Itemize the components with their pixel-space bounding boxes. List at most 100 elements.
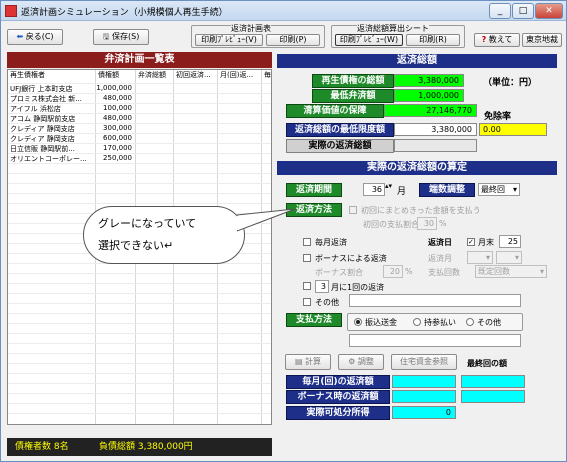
col-monthly-repay[interactable]: 月(回)返... [220, 70, 260, 82]
help-button-label: 教えて [488, 35, 513, 44]
transfer-radio[interactable] [354, 318, 362, 326]
grid-line [8, 173, 271, 174]
monthly-amount-label: 毎月(回)の返済額 [286, 375, 390, 389]
adjust-button[interactable]: ⚙ 調整 [338, 354, 384, 370]
lower-limit-value: 3,380,000 [394, 123, 477, 136]
save-button[interactable]: 🖫 保存(S) [93, 29, 149, 45]
col-each[interactable]: 毎 [264, 70, 271, 82]
monthly-label: 毎月返済 [315, 238, 347, 247]
other-pay-label: その他 [477, 318, 501, 327]
claim-amount: 170,000 [103, 144, 132, 152]
adjust-icon: ⚙ [348, 357, 356, 366]
grid-line [8, 403, 271, 404]
grid-line [8, 373, 271, 374]
title-bar: 返済計画シミュレーション（小規模個人再生手続） _ □ ✕ [1, 1, 566, 21]
due-date-label: 返済日 [428, 238, 452, 247]
grid-line [8, 273, 271, 274]
creditor-count: 債権者数 8名 [15, 442, 69, 452]
first-ratio-input[interactable]: 30 [417, 217, 437, 230]
liquidation-value: 27,146,770 [384, 104, 477, 117]
grid-line [8, 383, 271, 384]
col-total-repay[interactable]: 弁済総額 [138, 70, 172, 82]
grid-line [8, 203, 271, 204]
fraction-label: 端数調整 [419, 183, 475, 197]
close-button[interactable]: ✕ [535, 3, 563, 19]
grid-line [8, 293, 271, 294]
lower-limit-label: 返済総額の最低限度額 [286, 123, 394, 137]
grid-line [8, 83, 271, 84]
grid-line [8, 183, 271, 184]
month-end-checkbox[interactable]: ✓ [467, 238, 475, 246]
min-repay-label: 最低弁済額 [312, 89, 394, 103]
col-first-repay[interactable]: 初回返済... [176, 70, 216, 82]
calculator-icon: ▤ [294, 357, 303, 366]
min-repay-value: 1,000,000 [394, 89, 464, 102]
total-claims-value: 3,380,000 [394, 74, 464, 87]
sheet-print-button[interactable]: 印刷(R) [406, 34, 460, 46]
app-icon [5, 5, 17, 17]
court-button[interactable]: 東京地裁 [522, 33, 562, 47]
monthly-checkbox[interactable] [303, 238, 311, 246]
callout-line-2: 選択できない↵ [98, 239, 174, 252]
sheet-preview-button[interactable]: 印刷ﾌﾟﾚﾋﾞｭｰ(W) [335, 34, 403, 46]
other-checkbox[interactable] [303, 298, 311, 306]
pay-method-note-input[interactable] [349, 334, 521, 347]
app-window: 返済計画シミュレーション（小規模個人再生手続） _ □ ✕ ⬅ 戻る(C) 🖫 … [0, 0, 567, 462]
other-pay-radio[interactable] [466, 318, 474, 326]
housing-button[interactable]: 住宅資金参照 [391, 354, 457, 370]
interval-checkbox[interactable] [303, 282, 311, 290]
actual-total-value [394, 139, 477, 152]
save-button-label: 保存(S) [112, 32, 140, 41]
bonus-month-select-2[interactable] [496, 251, 522, 264]
minimize-button[interactable]: _ [489, 3, 511, 19]
pay-count-select[interactable]: 既定回数 [475, 265, 547, 278]
bonus-amount-value [392, 390, 456, 403]
back-button[interactable]: ⬅ 戻る(C) [7, 29, 63, 45]
bonus-checkbox[interactable] [303, 254, 311, 262]
bonus-ratio-input[interactable]: 20 [383, 265, 403, 278]
callout-pointer [237, 208, 296, 232]
back-button-label: 戻る(C) [25, 32, 54, 41]
plan-print-button[interactable]: 印刷(P) [266, 34, 320, 46]
grid-line [8, 343, 271, 344]
calc-header: 実際の返済総額の算定 [277, 161, 557, 175]
transfer-label: 振込送金 [365, 318, 397, 327]
grid-line [8, 413, 271, 414]
bonus-label: ボーナスによる返済 [315, 254, 387, 263]
grid-line [8, 393, 271, 394]
bonus-month-select-1[interactable] [467, 251, 493, 264]
due-day-input[interactable]: 25 [499, 235, 521, 248]
grid-line [8, 93, 271, 94]
bulk-first-checkbox[interactable] [349, 206, 357, 214]
liquidation-label: 清算価値の保障 [286, 104, 384, 118]
fraction-select[interactable]: 最終回 [478, 183, 520, 196]
pay-count-label: 支払回数 [428, 268, 460, 277]
claim-amount: 480,000 [103, 114, 132, 122]
final-monthly-value [461, 375, 525, 388]
other-input[interactable] [349, 294, 521, 307]
exemption-label: 免除率 [484, 112, 512, 122]
grid-line [8, 283, 271, 284]
period-input[interactable]: 36 [363, 183, 385, 196]
calc-button-label: 計算 [305, 357, 322, 366]
col-amount[interactable]: 債権額 [98, 70, 132, 82]
claim-amount: 600,000 [103, 134, 132, 142]
disposable-value: 0 [392, 406, 456, 419]
summary-footer: 債権者数 8名 負債総額 3,380,000円 [7, 438, 272, 456]
plan-preview-button[interactable]: 印刷ﾌﾟﾚﾋﾞｭｰ(V) [195, 34, 263, 46]
grid-line [8, 113, 271, 114]
first-ratio-percent: % [439, 219, 447, 228]
interval-input[interactable]: 3 [315, 280, 329, 293]
grid-line [8, 123, 271, 124]
grid-line [8, 333, 271, 334]
calc-button[interactable]: ▤ 計算 [285, 354, 331, 370]
grid-line [8, 363, 271, 364]
annotation-callout: グレーになっていて 選択できない↵ [83, 206, 245, 264]
help-button[interactable]: ? 教えて [474, 33, 520, 47]
question-icon: ? [481, 35, 487, 44]
maximize-button[interactable]: □ [512, 3, 534, 19]
bring-radio[interactable] [413, 318, 421, 326]
actual-total-label: 実際の返済総額 [286, 139, 394, 153]
period-spinner-icon[interactable]: ▴▾ [385, 182, 392, 190]
col-creditor[interactable]: 再生債権者 [10, 70, 90, 82]
